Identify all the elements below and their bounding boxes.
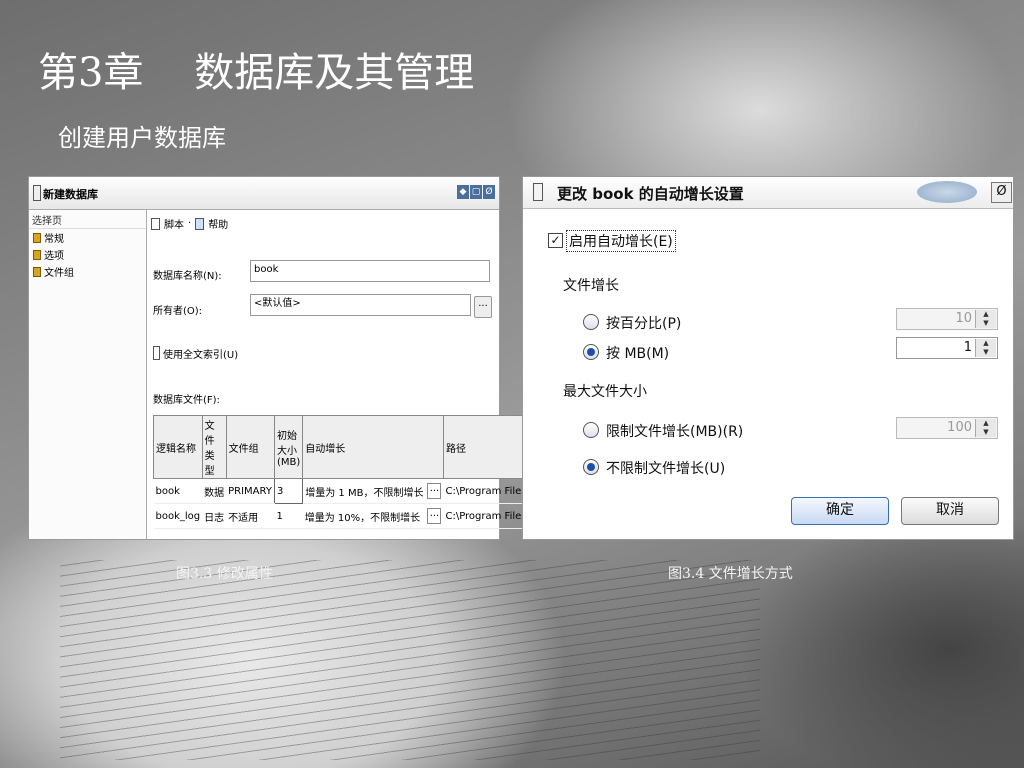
select-page-pane: 选择页 常规 选项 文件组 xyxy=(29,210,147,539)
cell-filegroup[interactable]: 不适用 xyxy=(226,503,275,529)
cell-logical-name[interactable]: book xyxy=(153,478,203,504)
help-doc-icon[interactable] xyxy=(195,217,205,230)
title-bar: 新建数据库 ◆ ▢ Ø xyxy=(29,177,499,210)
page-item-options[interactable]: 选项 xyxy=(29,246,146,263)
col-header: 初始大小(MB) xyxy=(273,415,304,479)
page-icon xyxy=(33,266,41,277)
toolbar: 脚本 · 帮助 xyxy=(151,216,228,231)
col-header: 文件组 xyxy=(225,415,275,479)
percent-radio[interactable] xyxy=(583,314,599,330)
figure-caption-left: 图3.3 修改属性 xyxy=(176,566,273,582)
cancel-button[interactable]: 取消 xyxy=(901,497,999,525)
table-row[interactable]: book 数据 PRIMARY 3 增量为 1 MB，不限制增长 ... C:\… xyxy=(153,478,559,504)
mb-stepper[interactable]: 1 ▲ ▼ xyxy=(896,337,998,359)
slide-subtitle: 创建用户数据库 xyxy=(58,124,226,152)
cell-logical-name[interactable]: book_log xyxy=(153,503,203,529)
stepper-arrows-icon[interactable]: ▲ ▼ xyxy=(975,310,996,328)
windows-logo-icon xyxy=(917,181,977,203)
cell-file-type[interactable]: 数据 xyxy=(202,478,227,504)
owner-field[interactable]: <默认值> xyxy=(250,294,471,316)
help-button[interactable]: 帮助 xyxy=(208,216,228,231)
toolbar-separator: · xyxy=(188,218,192,229)
close-icon[interactable]: Ø xyxy=(483,185,495,199)
window-controls: ◆ ▢ Ø xyxy=(457,185,495,199)
browse-owner-button[interactable]: ... xyxy=(474,296,492,318)
window-title: 新建数据库 xyxy=(43,188,98,201)
cell-file-type[interactable]: 日志 xyxy=(202,503,227,529)
db-name-label: 数据库名称(N): xyxy=(153,271,222,282)
db-files-grid: 逻辑名称 文件类型 文件组 初始大小(MB) 自动增长 路径 book 数据 P… xyxy=(153,415,560,529)
close-icon[interactable]: Ø xyxy=(991,182,1012,203)
page-icon xyxy=(33,249,41,260)
figure-caption-right: 图3.4 文件增长方式 xyxy=(668,566,793,582)
background-book-texture xyxy=(60,560,760,760)
db-files-label: 数据库文件(F): xyxy=(153,395,220,406)
cell-autogrowth: 增量为 1 MB，不限制增长 xyxy=(302,478,426,504)
unlimited-radio[interactable] xyxy=(583,459,599,475)
ok-button[interactable]: 确定 xyxy=(791,497,889,525)
window-icon xyxy=(33,185,41,201)
stepper-arrows-icon[interactable]: ▲ ▼ xyxy=(975,419,996,437)
autogrowth-dialog: 更改 book 的自动增长设置 Ø ✓ 启用自动增长(E) 文件增长 按百分比(… xyxy=(522,176,1014,540)
dialog-icon xyxy=(533,183,543,201)
cell-autogrowth: 增量为 10%，不限制增长 xyxy=(302,503,426,529)
limit-radio[interactable] xyxy=(583,422,599,438)
dialog-title-bar: 更改 book 的自动增长设置 Ø xyxy=(523,177,1013,209)
page-item-general[interactable]: 常规 xyxy=(29,229,146,246)
general-page: 脚本 · 帮助 数据库名称(N): book 所有者(O): <默认值> ...… xyxy=(147,210,560,539)
help-icon[interactable]: ◆ xyxy=(457,185,469,199)
col-header: 文件类型 xyxy=(201,415,227,479)
new-database-window: 新建数据库 ◆ ▢ Ø 选择页 常规 选项 文件组 脚本 · 帮助 数据库名称(… xyxy=(28,176,560,540)
mb-radio[interactable] xyxy=(583,344,599,360)
select-page-header: 选择页 xyxy=(29,210,146,229)
limit-stepper[interactable]: 100 ▲ ▼ xyxy=(896,417,998,439)
col-header: 逻辑名称 xyxy=(153,415,203,479)
script-icon[interactable] xyxy=(151,217,160,230)
page-icon xyxy=(33,232,41,243)
mb-label[interactable]: 按 MB(M) xyxy=(606,343,669,363)
page-item-filegroups[interactable]: 文件组 xyxy=(29,263,146,280)
percent-stepper[interactable]: 10 ▲ ▼ xyxy=(896,308,998,330)
enable-autogrowth-label[interactable]: 启用自动增长(E) xyxy=(566,230,676,252)
slide-title: 第3章 数据库及其管理 xyxy=(38,50,475,96)
cell-initial-size[interactable]: 3 xyxy=(273,478,304,504)
table-row[interactable]: book_log 日志 不适用 1 增量为 10%，不限制增长 ... C:\P… xyxy=(153,503,559,529)
script-button[interactable]: 脚本 xyxy=(164,216,184,231)
col-header: 自动增长 xyxy=(302,415,444,479)
owner-label: 所有者(O): xyxy=(153,306,203,317)
maximize-icon[interactable]: ▢ xyxy=(470,185,482,199)
max-size-heading: 最大文件大小 xyxy=(563,384,647,400)
fulltext-label: 使用全文索引(U) xyxy=(163,350,239,361)
unlimited-label[interactable]: 不限制文件增长(U) xyxy=(606,458,725,478)
db-name-field[interactable]: book xyxy=(250,260,490,282)
cell-initial-size[interactable]: 1 xyxy=(274,503,303,529)
autogrowth-browse-button[interactable]: ... xyxy=(425,478,444,504)
dialog-title: 更改 book 的自动增长设置 xyxy=(557,185,744,203)
autogrowth-browse-button[interactable]: ... xyxy=(425,503,444,529)
file-growth-heading: 文件增长 xyxy=(563,278,619,294)
stepper-arrows-icon[interactable]: ▲ ▼ xyxy=(975,339,996,357)
limit-label[interactable]: 限制文件增长(MB)(R) xyxy=(606,421,743,441)
grid-header-row: 逻辑名称 文件类型 文件组 初始大小(MB) 自动增长 路径 xyxy=(153,415,560,479)
percent-label[interactable]: 按百分比(P) xyxy=(606,313,681,333)
cell-filegroup[interactable]: PRIMARY xyxy=(226,478,275,504)
fulltext-checkbox[interactable] xyxy=(153,346,160,360)
enable-autogrowth-checkbox[interactable]: ✓ xyxy=(548,233,563,248)
